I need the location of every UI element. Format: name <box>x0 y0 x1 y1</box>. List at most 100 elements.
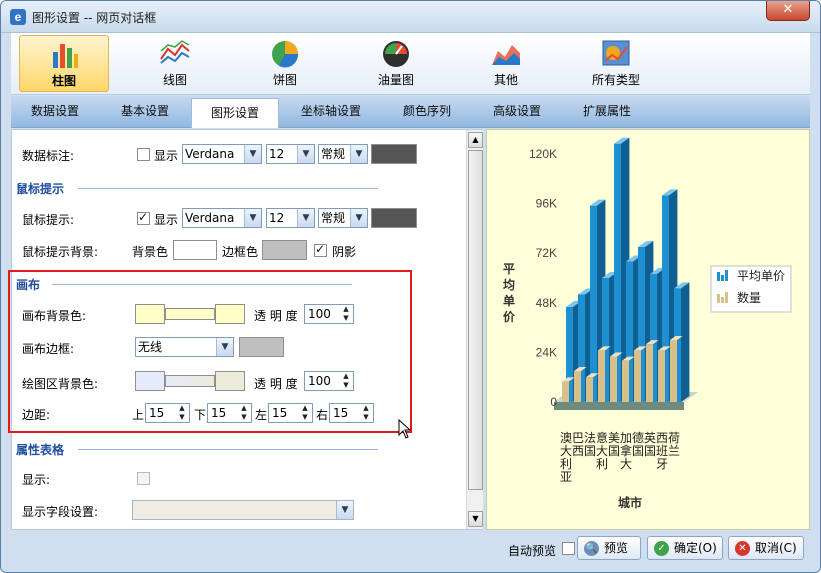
auto-preview-checkbox[interactable] <box>562 542 575 555</box>
legend-swatch <box>721 275 724 281</box>
settings-scrollbar[interactable]: ▲ ▼ <box>466 130 483 529</box>
bar-quantity <box>574 371 581 402</box>
x-tick-label-char: 大 <box>596 444 608 458</box>
bar-quantity <box>670 340 677 402</box>
tooltip-border-color-label: 边框色 <box>222 245 259 259</box>
x-tick-label-char: 国 <box>608 444 620 458</box>
legend-swatch <box>717 272 720 281</box>
x-axis-label: 城市 <box>618 495 642 510</box>
bar-quantity <box>634 350 641 402</box>
tooltip-border-color-swatch[interactable] <box>262 240 307 260</box>
close-button[interactable]: ✕ <box>766 1 810 21</box>
x-tick-label-char: 荷 <box>668 431 680 445</box>
y-tick-label: 24K <box>536 345 557 359</box>
magnifier-icon: 🔍 <box>584 541 599 556</box>
data-label-size-select[interactable]: 12 ▼ <box>266 144 315 164</box>
x-tick-label-char: 牙 <box>656 457 668 471</box>
bar-chart-icon <box>53 44 78 68</box>
chart-floor-edge <box>554 402 684 410</box>
attr-fields-select[interactable]: ▼ <box>132 500 354 520</box>
chart-type-line-chart[interactable]: 线图 <box>130 35 220 92</box>
x-tick-label-char: 利 <box>596 457 608 471</box>
tab-basic-settings[interactable]: 基本设置 <box>101 96 189 128</box>
canvas-highlight-box <box>8 270 412 433</box>
auto-preview-label: 自动预览 <box>508 544 557 558</box>
data-label-font-select[interactable]: Verdana ▼ <box>182 144 262 164</box>
x-tick-label-char: 大 <box>560 444 572 458</box>
cancel-button[interactable]: ✕ 取消(C) <box>728 536 804 560</box>
window-title: 图形设置 -- 网页对话框 <box>32 11 157 25</box>
chart-type-gauge-chart[interactable]: 油量图 <box>351 35 441 92</box>
tooltip-bg-color-label: 背景色 <box>132 245 169 259</box>
x-tick-label-char: 英 <box>644 431 656 445</box>
tab-color-sequence[interactable]: 颜色序列 <box>383 96 471 128</box>
x-tick-label-char: 法 <box>584 431 596 445</box>
tooltip-size-select[interactable]: 12 ▼ <box>266 208 315 228</box>
tooltip-color-swatch[interactable] <box>371 208 417 228</box>
scroll-thumb[interactable] <box>468 150 483 490</box>
chevron-down-icon: ▼ <box>336 501 353 519</box>
line-chart-icon <box>160 40 190 64</box>
x-tick-label-char: 班 <box>656 444 668 458</box>
mouse-cursor-icon <box>398 419 412 439</box>
bar-quantity <box>646 344 653 402</box>
tab-advanced-settings[interactable]: 高级设置 <box>473 96 561 128</box>
scroll-up-icon[interactable]: ▲ <box>468 132 483 148</box>
tooltip-bg-label: 鼠标提示背景: <box>22 245 99 259</box>
chart-type-label: 柱图 <box>51 74 76 88</box>
select-value: 12 <box>269 147 285 161</box>
data-label-label: 数据标注: <box>22 149 75 163</box>
bar-quantity <box>586 377 593 402</box>
chart-type-pie-chart[interactable]: 饼图 <box>240 35 330 92</box>
attr-table-section-title: 属性表格 <box>16 443 65 457</box>
x-tick-label-char: 加 <box>620 431 632 445</box>
y-tick-label: 72K <box>536 246 557 260</box>
x-tick-label-char: 美 <box>608 431 620 445</box>
x-tick-label-char: 大 <box>620 457 632 471</box>
bar-quantity <box>658 350 665 402</box>
preview-button[interactable]: 🔍 预览 <box>577 536 641 560</box>
button-label: 确定(O) <box>674 541 717 555</box>
tab-graph-settings[interactable]: 图形设置 <box>191 98 279 128</box>
x-tick-label-char: 巴 <box>572 431 584 445</box>
tooltip-show-checkbox[interactable] <box>137 210 150 225</box>
tooltip-shadow-checkbox[interactable] <box>314 242 327 257</box>
chart-type-bar-chart[interactable]: 柱图 <box>19 35 109 92</box>
tooltip-bg-color-swatch[interactable] <box>173 240 217 260</box>
tooltip-section-title: 鼠标提示 <box>16 182 65 196</box>
bar-avg-price-side <box>681 282 690 402</box>
tooltip-font-select[interactable]: Verdana ▼ <box>182 208 262 228</box>
legend-swatch <box>717 294 720 303</box>
chart-type-all-types[interactable]: 所有类型 <box>571 35 661 92</box>
legend-label: 平均单价 <box>737 269 785 283</box>
tab-extended-properties[interactable]: 扩展属性 <box>563 96 651 128</box>
chevron-down-icon: ▼ <box>297 209 314 227</box>
y-tick-label: 96K <box>536 197 557 211</box>
chart-preview-area: 0 24K 48K 72K 96K 120K 平均单价澳大利亚巴西法国意大利美国加拿大德国英… <box>486 129 810 530</box>
chevron-down-icon: ▼ <box>350 145 367 163</box>
bar-quantity <box>610 356 617 402</box>
attr-show-checkbox[interactable] <box>137 472 150 485</box>
bar-quantity <box>622 360 629 402</box>
dialog-footer: 自动预览 🔍 预览 ✓ 确定(O) ✕ 取消(C) <box>11 531 810 564</box>
check-icon: ✓ <box>654 541 669 556</box>
scroll-down-icon[interactable]: ▼ <box>468 511 483 527</box>
legend-swatch <box>725 270 728 281</box>
ok-button[interactable]: ✓ 确定(O) <box>647 536 723 560</box>
y-axis-label-char: 单 <box>503 293 515 308</box>
button-label: 取消(C) <box>755 541 797 555</box>
tab-data-settings[interactable]: 数据设置 <box>11 96 99 128</box>
chart-type-other-chart[interactable]: 其他 <box>461 35 551 92</box>
data-label-style-select[interactable]: 常规 ▼ <box>318 144 368 164</box>
tab-axis-settings[interactable]: 坐标轴设置 <box>281 96 381 128</box>
chart-type-label: 其他 <box>493 73 518 87</box>
section-divider <box>78 188 378 189</box>
y-axis-label-char: 价 <box>503 310 516 324</box>
chevron-down-icon: ▼ <box>350 209 367 227</box>
data-label-color-swatch[interactable] <box>371 144 417 164</box>
y-tick-label: 0 <box>550 395 557 409</box>
tooltip-style-select[interactable]: 常规 ▼ <box>318 208 368 228</box>
select-value: Verdana <box>185 147 235 161</box>
data-label-show-checkbox[interactable] <box>137 148 150 161</box>
bar-avg-price <box>590 205 597 402</box>
